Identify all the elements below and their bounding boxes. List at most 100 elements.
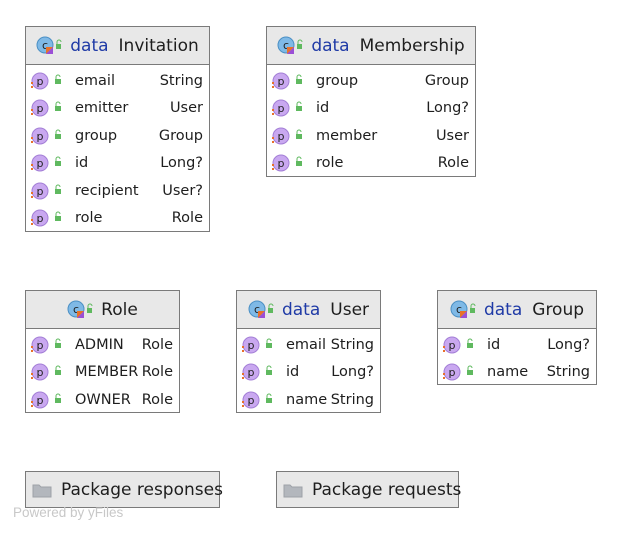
kotlin-class-icon: c [36,36,62,56]
svg-text:p: p [37,212,44,225]
property-icon: p [31,126,75,146]
field-row[interactable]: p group Group [267,67,475,95]
class-name: Group [532,299,585,320]
field-row[interactable]: p id Long? [237,359,380,387]
property-icon: p [242,362,286,382]
svg-text:p: p [37,394,44,407]
property-icon: p [31,335,75,355]
field-row[interactable]: p id Long? [26,150,209,178]
field-name: member [316,127,378,144]
class-header-invitation: c data Invitation [26,27,209,65]
svg-text:p: p [449,366,456,379]
field-name: role [75,210,103,227]
field-row[interactable]: p group Group [26,122,209,150]
field-type: Long? [331,364,374,381]
property-icon: p [31,208,75,228]
class-user[interactable]: c data User p email String p id Long? p … [236,290,381,413]
field-row[interactable]: p email String [26,67,209,95]
svg-text:p: p [278,75,285,88]
class-membership[interactable]: c data Membership p group Group p id Lon… [266,26,476,177]
property-icon: p [31,153,75,173]
field-row[interactable]: p recipient User? [26,177,209,205]
field-type: Role [437,155,469,172]
field-name: emitter [75,100,129,117]
data-keyword: data [281,299,321,320]
field-type: User? [162,182,203,199]
property-icon: p [443,362,487,382]
field-type: Group [158,127,203,144]
class-group[interactable]: c data Group p id Long? p name String [437,290,597,385]
data-keyword: data [70,35,109,56]
field-type: String [330,391,374,408]
field-type: Long? [426,100,469,117]
package-responses[interactable]: Package responses [25,471,223,508]
field-list: p ADMIN Role p MEMBER Role p OWNER Role [26,329,179,414]
field-type: String [546,364,590,381]
field-list: p email String p id Long? p name String [237,329,380,414]
field-row[interactable]: p name String [438,359,596,387]
data-keyword: data [311,35,350,56]
svg-text:p: p [37,75,44,88]
field-name: id [75,155,89,172]
field-row[interactable]: p member User [267,122,475,150]
class-header-membership: c data Membership [267,27,475,65]
field-name: id [316,100,330,117]
field-type: Long? [547,336,590,353]
field-name: ADMIN [75,336,124,353]
svg-text:p: p [37,130,44,143]
field-type: String [330,336,374,353]
class-header-role: c Role [26,291,179,329]
property-icon: p [31,181,75,201]
svg-text:p: p [37,102,44,115]
field-type: Role [141,336,173,353]
field-type: Role [171,210,203,227]
class-name: Invitation [118,35,199,56]
field-name: MEMBER [75,364,139,381]
package-label: Package responses [61,479,223,500]
class-role[interactable]: c Role p ADMIN Role p MEMBER Role p OWNE… [25,290,180,413]
class-name: User [330,299,370,320]
property-icon: p [31,390,75,410]
data-keyword: data [483,299,523,320]
class-header-user: c data User [237,291,380,329]
package-requests[interactable]: Package requests [276,471,462,508]
field-type: User [169,100,203,117]
property-icon: p [31,71,75,91]
watermark: Powered by yFiles [13,505,124,520]
field-row[interactable]: p emitter User [26,95,209,123]
field-type: Long? [160,155,203,172]
field-row[interactable]: p name String [237,386,380,414]
svg-text:p: p [248,366,255,379]
field-type: Group [424,72,469,89]
class-invitation[interactable]: c data Invitation p email String p emitt… [25,26,210,232]
kotlin-class-icon: c [248,300,274,320]
class-header-group: c data Group [438,291,596,329]
svg-text:p: p [248,339,255,352]
field-name: id [286,364,300,381]
field-row[interactable]: p id Long? [438,331,596,359]
package-label: Package requests [312,479,462,500]
kotlin-class-icon: c [67,300,93,320]
field-name: name [487,364,529,381]
field-row[interactable]: p MEMBER Role [26,359,179,387]
field-list: p email String p emitter User p group Gr… [26,65,209,232]
property-icon: p [272,98,316,118]
property-icon: p [31,98,75,118]
property-icon: p [272,126,316,146]
field-list: p group Group p id Long? p member User p… [267,65,475,177]
field-type: Role [141,364,173,381]
field-row[interactable]: p ADMIN Role [26,331,179,359]
field-name: email [75,72,115,89]
field-name: recipient [75,182,139,199]
field-row[interactable]: p id Long? [267,95,475,123]
svg-text:p: p [37,366,44,379]
folder-icon [283,482,303,498]
svg-text:p: p [278,157,285,170]
field-row[interactable]: p OWNER Role [26,386,179,414]
class-name: Membership [359,35,465,56]
svg-text:p: p [37,185,44,198]
field-name: name [286,391,328,408]
field-row[interactable]: p role Role [26,205,209,233]
field-row[interactable]: p email String [237,331,380,359]
field-row[interactable]: p role Role [267,150,475,178]
